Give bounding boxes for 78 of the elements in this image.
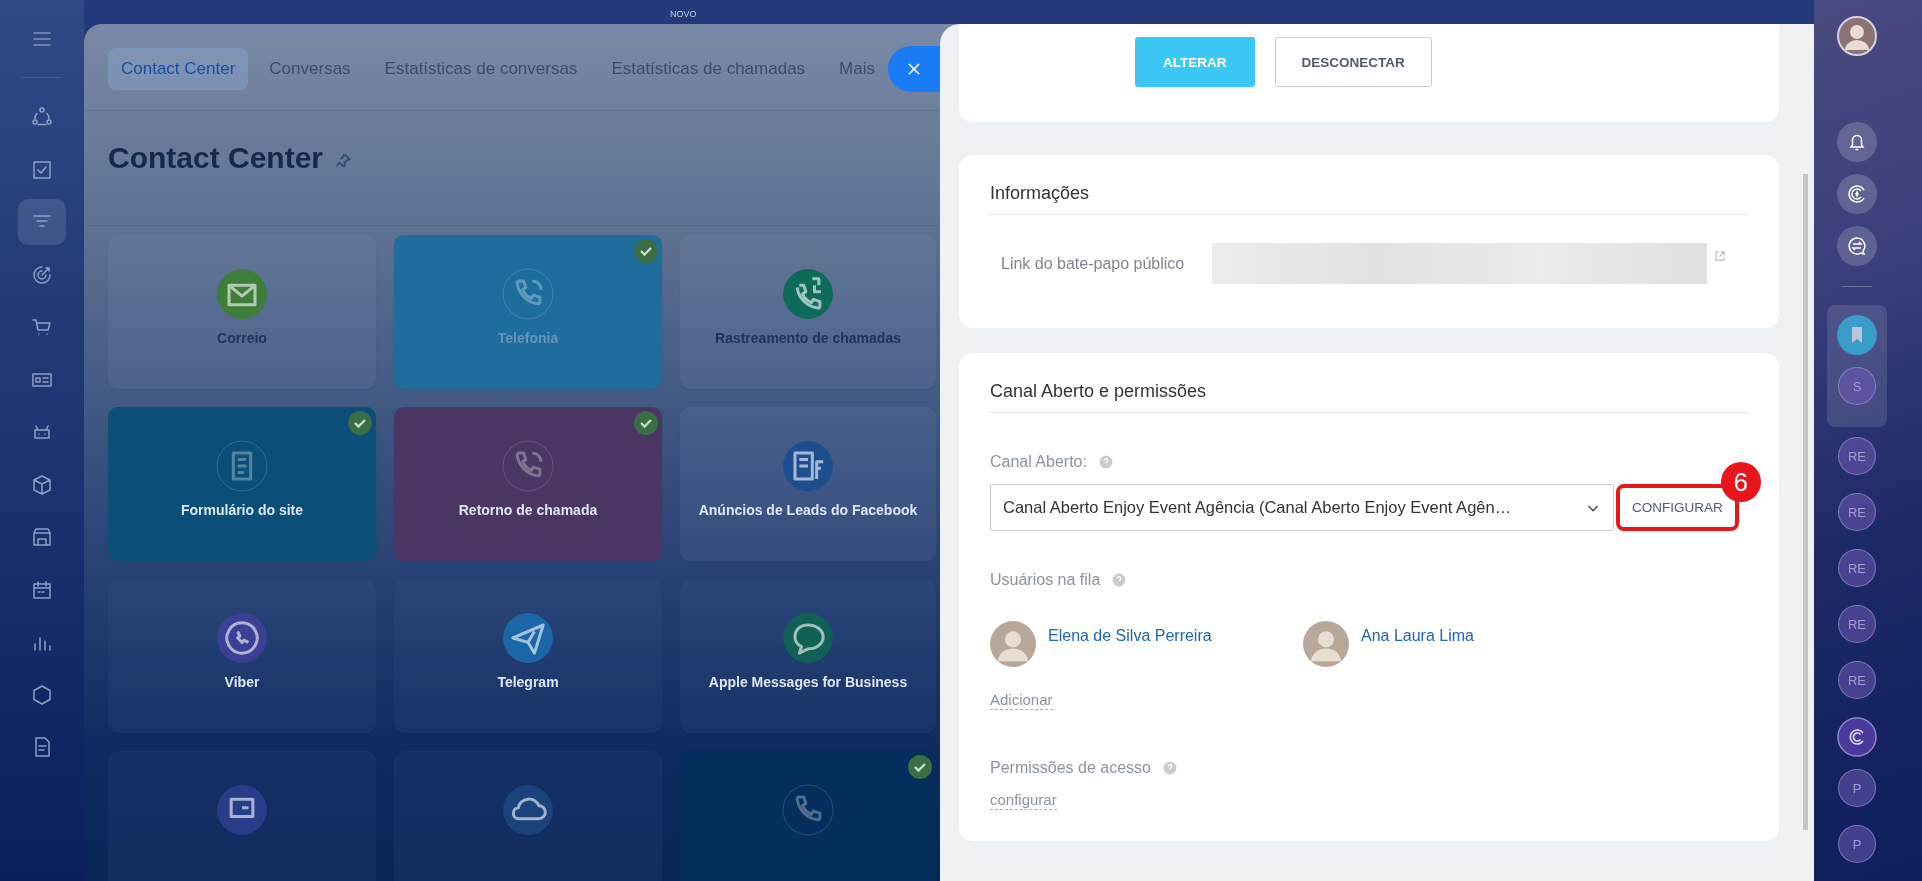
channel-select[interactable]: Canal Aberto Enjoy Event Agência (Canal Aberto Enjoy Event Agên… [990,484,1614,531]
external-link-icon[interactable] [1713,249,1727,263]
chat-avatar[interactable]: RE [1838,661,1876,699]
chat-avatar[interactable]: P [1838,769,1876,807]
phone-icon [782,784,834,836]
tile-label: Telefonia [497,330,559,347]
tile-label: Apple Messages for Business [708,674,908,691]
new-label: NOVO [670,8,697,21]
field-label: Link do bate-papo público [1001,254,1186,273]
chat-avatar[interactable]: RE [1838,493,1876,531]
hexagon-icon [30,682,54,707]
configure-link[interactable]: configurar [990,791,1057,810]
phone-arrows-icon [782,268,834,320]
check-badge-icon [634,239,658,263]
tile-label: Formulário do site [180,502,304,519]
chat-avatar[interactable]: RE [1838,437,1876,475]
connector-tile[interactable] [680,751,936,881]
close-button[interactable] [888,46,940,92]
connector-tile[interactable]: Anúncios de Leads do Facebook [680,407,936,561]
tile-label: Retorno de chamada [458,502,598,519]
chat-avatar[interactable]: P [1838,825,1876,863]
check-badge-icon [348,411,372,435]
chat-arrows-icon[interactable] [1837,226,1877,266]
section-title: Informações [990,182,1091,205]
avatar-icon [1303,621,1349,667]
connector-tile[interactable]: Apple Messages for Business [680,579,936,733]
page-title: Contact Center [108,141,324,175]
paper-plane-icon [502,612,554,664]
action-button[interactable]: DESCONECTAR [1274,37,1432,87]
chat-phone-icon [216,612,268,664]
connector-tile[interactable]: Telegram [394,579,662,733]
section-title: Canal Aberto e permissões [990,380,1208,403]
chat-avatar[interactable]: S [1838,367,1876,405]
check-badge-icon [908,755,932,779]
tab[interactable]: Estatísticas de chamadas [598,48,819,90]
connector-tile[interactable] [108,751,376,881]
tab[interactable]: Conversas [256,48,364,90]
add-link[interactable]: Adicionar [990,691,1053,710]
tile-label: Anúncios de Leads do Facebook [698,502,918,519]
tile-label: Viber [224,674,260,691]
swirl-icon[interactable] [1837,174,1877,214]
form-f-icon [782,440,834,492]
tile-label: Telegram [497,674,559,691]
cube-icon [30,472,54,497]
chat-avatar[interactable]: RE [1838,549,1876,587]
step-number-badge: 6 [1720,462,1761,502]
store-icon [30,525,54,549]
connector-tile[interactable]: Retorno de chamada [394,407,662,561]
bookmark-icon[interactable] [1837,315,1877,355]
connector-tile[interactable]: Telefonia [394,235,662,389]
field-label: Usuários na fila [990,571,1101,589]
connector-tile[interactable] [394,751,662,881]
envelope-icon [216,268,268,320]
chat-avatar[interactable]: RE [1838,605,1876,643]
nav-item-selected[interactable] [18,199,66,245]
field-label: Permissões de acesso [990,759,1151,777]
form-icon [216,440,268,492]
phone-icon [502,268,554,320]
user-link[interactable]: Ana Laura Lima [1361,627,1474,645]
connector-tile[interactable]: Viber [108,579,376,733]
field-label: Canal Aberto: [990,453,1087,471]
tab[interactable]: Contact Center [108,48,249,90]
cloud-icon [502,784,554,836]
tab[interactable]: Estatísticas de conversas [371,48,591,90]
swirl-icon[interactable] [1837,717,1877,757]
scrollbar[interactable] [1803,174,1808,830]
check-badge-icon [634,411,658,435]
connector-tile[interactable]: Formulário do site [108,407,376,561]
tile-label: Correio [217,330,267,347]
action-button[interactable]: ALTERAR [1135,37,1255,87]
avatar-icon [990,621,1036,667]
user-link[interactable]: Elena de Silva Perreira [1048,627,1212,645]
user-avatar-icon[interactable] [1837,16,1877,56]
tab[interactable]: Mais [826,48,888,90]
speech-bubble-icon [782,612,834,664]
connector-tile[interactable]: Correio [108,235,376,389]
phone-icon [502,440,554,492]
bell-icon[interactable] [1837,122,1877,162]
